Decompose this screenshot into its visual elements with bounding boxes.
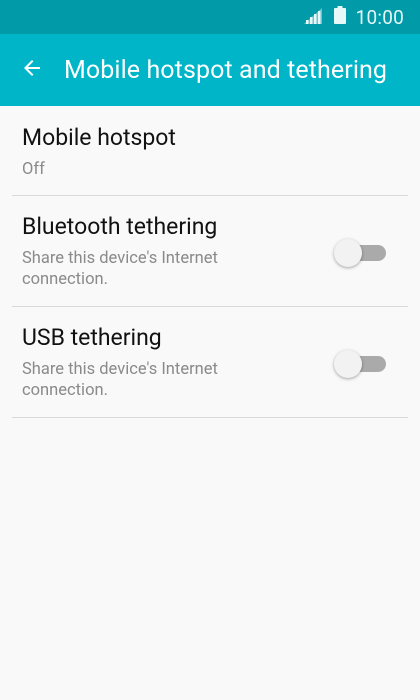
status-bar: 10:00 [0,0,420,34]
bluetooth-tethering-description: Share this device's Internet connection. [22,249,218,289]
usb-tethering-description: Share this device's Internet connection. [22,360,218,400]
mobile-hotspot-status: Off [22,160,45,179]
usb-tethering-switch[interactable] [334,350,386,378]
bluetooth-tethering-title: Bluetooth tethering [22,213,218,240]
switch-thumb [334,239,362,267]
back-arrow-icon [20,56,44,84]
usb-tethering-item[interactable]: USB tethering Share this device's Intern… [12,307,408,418]
mobile-hotspot-title: Mobile hotspot [22,124,176,151]
mobile-hotspot-item[interactable]: Mobile hotspot Off [12,106,408,196]
bluetooth-tethering-switch[interactable] [334,239,386,267]
battery-icon [333,5,346,29]
app-bar: Mobile hotspot and tethering [0,34,420,106]
bluetooth-tethering-item[interactable]: Bluetooth tethering Share this device's … [12,196,408,307]
page-title: Mobile hotspot and tethering [64,55,388,85]
usb-tethering-title: USB tethering [22,324,162,351]
settings-list: Mobile hotspot Off Bluetooth tethering S… [0,106,420,418]
status-time: 10:00 [355,5,404,29]
back-button[interactable] [0,34,64,106]
switch-thumb [334,350,362,378]
signal-icon [303,6,322,29]
